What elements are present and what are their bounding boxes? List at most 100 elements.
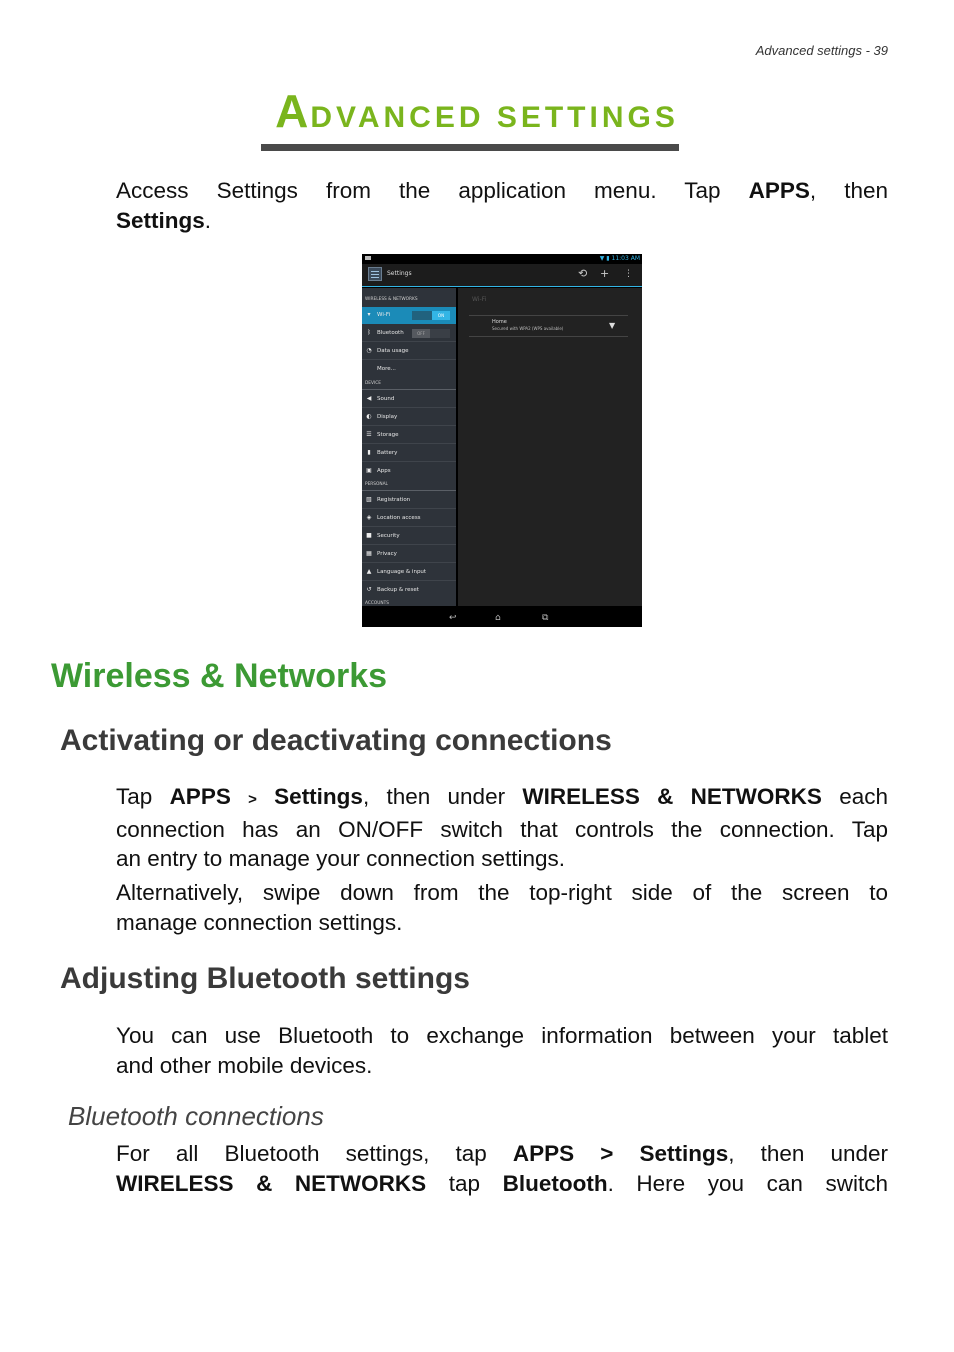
text: . (204, 207, 212, 233)
settings-item-data-usage[interactable]: ◔ Data usage (362, 343, 456, 360)
item-label: Backup & reset (377, 586, 419, 593)
text: Access Settings from the application men… (116, 178, 749, 203)
item-label: Battery (377, 449, 398, 456)
add-icon[interactable]: + (600, 268, 609, 280)
overflow-menu-icon[interactable]: ⋮ (624, 268, 633, 280)
battery-icon: ▮ (367, 449, 371, 456)
location-icon: ◈ (366, 514, 372, 521)
item-label: Data usage (377, 347, 409, 354)
item-label: Bluetooth (377, 329, 404, 336)
wifi-icon: ▾ (367, 311, 371, 318)
section-heading: Wireless & Networks (51, 657, 388, 695)
section-divider (362, 389, 456, 390)
storage-icon: ☰ (366, 431, 372, 438)
wifi-detail-pane: Wi-Fi Home Secured with WPA2 (WPS availa… (458, 288, 642, 606)
bluetooth-connections-paragraph: For all Bluetooth settings, tap APPS > S… (116, 1139, 888, 1198)
settings-item-display[interactable]: ◐ Display (362, 409, 456, 426)
registration-icon: ▧ (366, 496, 372, 503)
notification-icon (365, 256, 371, 260)
connections-paragraph-1: Tap APPS > Settings, then under WIRELESS… (116, 782, 888, 874)
section-header-wireless: WIRELESS & NETWORKS (365, 297, 418, 302)
line: and other mobile devices. (116, 1052, 373, 1078)
home-icon[interactable]: ⌂ (495, 613, 501, 623)
wifi-toggle[interactable]: ON (412, 311, 450, 320)
navigation-bar: ↩ ⌂ ⧉ (362, 609, 642, 627)
settings-item-storage[interactable]: ☰ Storage (362, 427, 456, 444)
divider (469, 336, 628, 337)
intro-line-2: Settings. (116, 208, 211, 233)
privacy-icon: ▦ (366, 550, 372, 557)
display-icon: ◐ (366, 413, 372, 420)
settings-list: WIRELESS & NETWORKS ▾ Wi-Fi ON ᛒ Bluetoo… (362, 288, 456, 606)
line: manage connection settings. (116, 909, 403, 935)
text: tap (426, 1170, 503, 1196)
text: For all Bluetooth settings, tap (116, 1141, 513, 1166)
line: You can use Bluetooth to exchange inform… (116, 1023, 888, 1048)
settings-item-sound[interactable]: ◀ Sound (362, 391, 456, 408)
item-label: Display (377, 413, 398, 420)
language-icon: ▲ (366, 568, 372, 575)
section-header-device: DEVICE (365, 381, 381, 386)
action-bar-title: Settings (387, 270, 412, 277)
status-bar: ▼ ▮ 11:03 AM (362, 254, 642, 264)
sync-icon[interactable]: ⟲ (578, 268, 587, 280)
back-icon[interactable]: ↩ (449, 613, 457, 623)
chapter-title-initial: A (275, 85, 311, 137)
toggle-state: OFF (412, 329, 430, 338)
battery-icon: ▮ (606, 255, 610, 262)
settings-item-security[interactable]: ■ Security (362, 528, 456, 545)
toggle-state: ON (432, 311, 450, 320)
line: WIRELESS & NETWORKS tap Bluetooth. Here … (116, 1169, 888, 1199)
settings-term: Settings (274, 784, 363, 809)
line: Tap APPS > Settings, then under WIRELESS… (116, 782, 888, 815)
subsection-heading-connections: Activating or deactivating connections (60, 724, 612, 757)
settings-screenshot: ▼ ▮ 11:03 AM Settings ⟲ + ⋮ WIRELESS & N… (362, 254, 642, 627)
settings-item-more[interactable]: More... (362, 361, 456, 378)
settings-item-wifi[interactable]: ▾ Wi-Fi ON (362, 307, 456, 324)
item-label: Privacy (377, 550, 397, 557)
item-label: More... (377, 365, 396, 372)
backup-icon: ↺ (366, 586, 372, 593)
settings-app-icon (368, 267, 382, 281)
settings-item-apps[interactable]: ▣ Apps (362, 463, 456, 480)
item-label: Apps (377, 467, 391, 474)
item-label: Registration (377, 496, 411, 503)
status-time: 11:03 AM (611, 255, 640, 262)
settings-item-battery[interactable]: ▮ Battery (362, 445, 456, 462)
lock-icon: ■ (366, 532, 372, 539)
settings-item-registration[interactable]: ▧ Registration (362, 492, 456, 509)
bluetooth-toggle[interactable]: OFF (412, 329, 450, 338)
item-label: Language & input (377, 568, 427, 575)
apps-term: APPS (169, 784, 231, 809)
apps-icon: ▣ (366, 467, 372, 474)
apps-term: APPS (748, 178, 810, 203)
text: . Here you can switch (607, 1170, 888, 1196)
settings-item-bluetooth[interactable]: ᛒ Bluetooth OFF (362, 325, 456, 342)
section-header-personal: PERSONAL (365, 482, 388, 487)
bluetooth-paragraph: You can use Bluetooth to exchange inform… (116, 1021, 888, 1080)
item-label: Sound (377, 395, 395, 402)
item-label: Location access (377, 514, 421, 521)
wifi-lock-icon: ▼ (609, 321, 616, 330)
item-label: Security (377, 532, 400, 539)
settings-item-location[interactable]: ◈ Location access (362, 510, 456, 527)
settings-item-privacy[interactable]: ▦ Privacy (362, 546, 456, 563)
detail-title: Wi-Fi (472, 296, 487, 303)
status-right: ▼ ▮ 11:03 AM (600, 254, 640, 264)
recents-icon[interactable]: ⧉ (542, 613, 548, 623)
line: connection has an ON/OFF switch that con… (116, 816, 888, 842)
connections-paragraph-2: Alternatively, swipe down from the top-r… (116, 878, 888, 937)
section-header-accounts: ACCOUNTS (365, 601, 389, 606)
bluetooth-term: Bluetooth (502, 1170, 608, 1196)
line: Alternatively, swipe down from the top-r… (116, 880, 888, 905)
separator: > (248, 791, 257, 808)
line: an entry to manage your connection setti… (116, 846, 566, 871)
subsubsection-heading: Bluetooth connections (68, 1101, 324, 1131)
chapter-title: ADVANCED SETTINGS (0, 84, 954, 138)
data-usage-icon: ◔ (366, 347, 372, 354)
wifi-signal-icon: ▼ (599, 255, 605, 262)
text: , then (809, 178, 889, 203)
settings-item-backup[interactable]: ↺ Backup & reset (362, 582, 456, 599)
text: each (821, 784, 888, 809)
settings-item-language[interactable]: ▲ Language & input (362, 564, 456, 581)
